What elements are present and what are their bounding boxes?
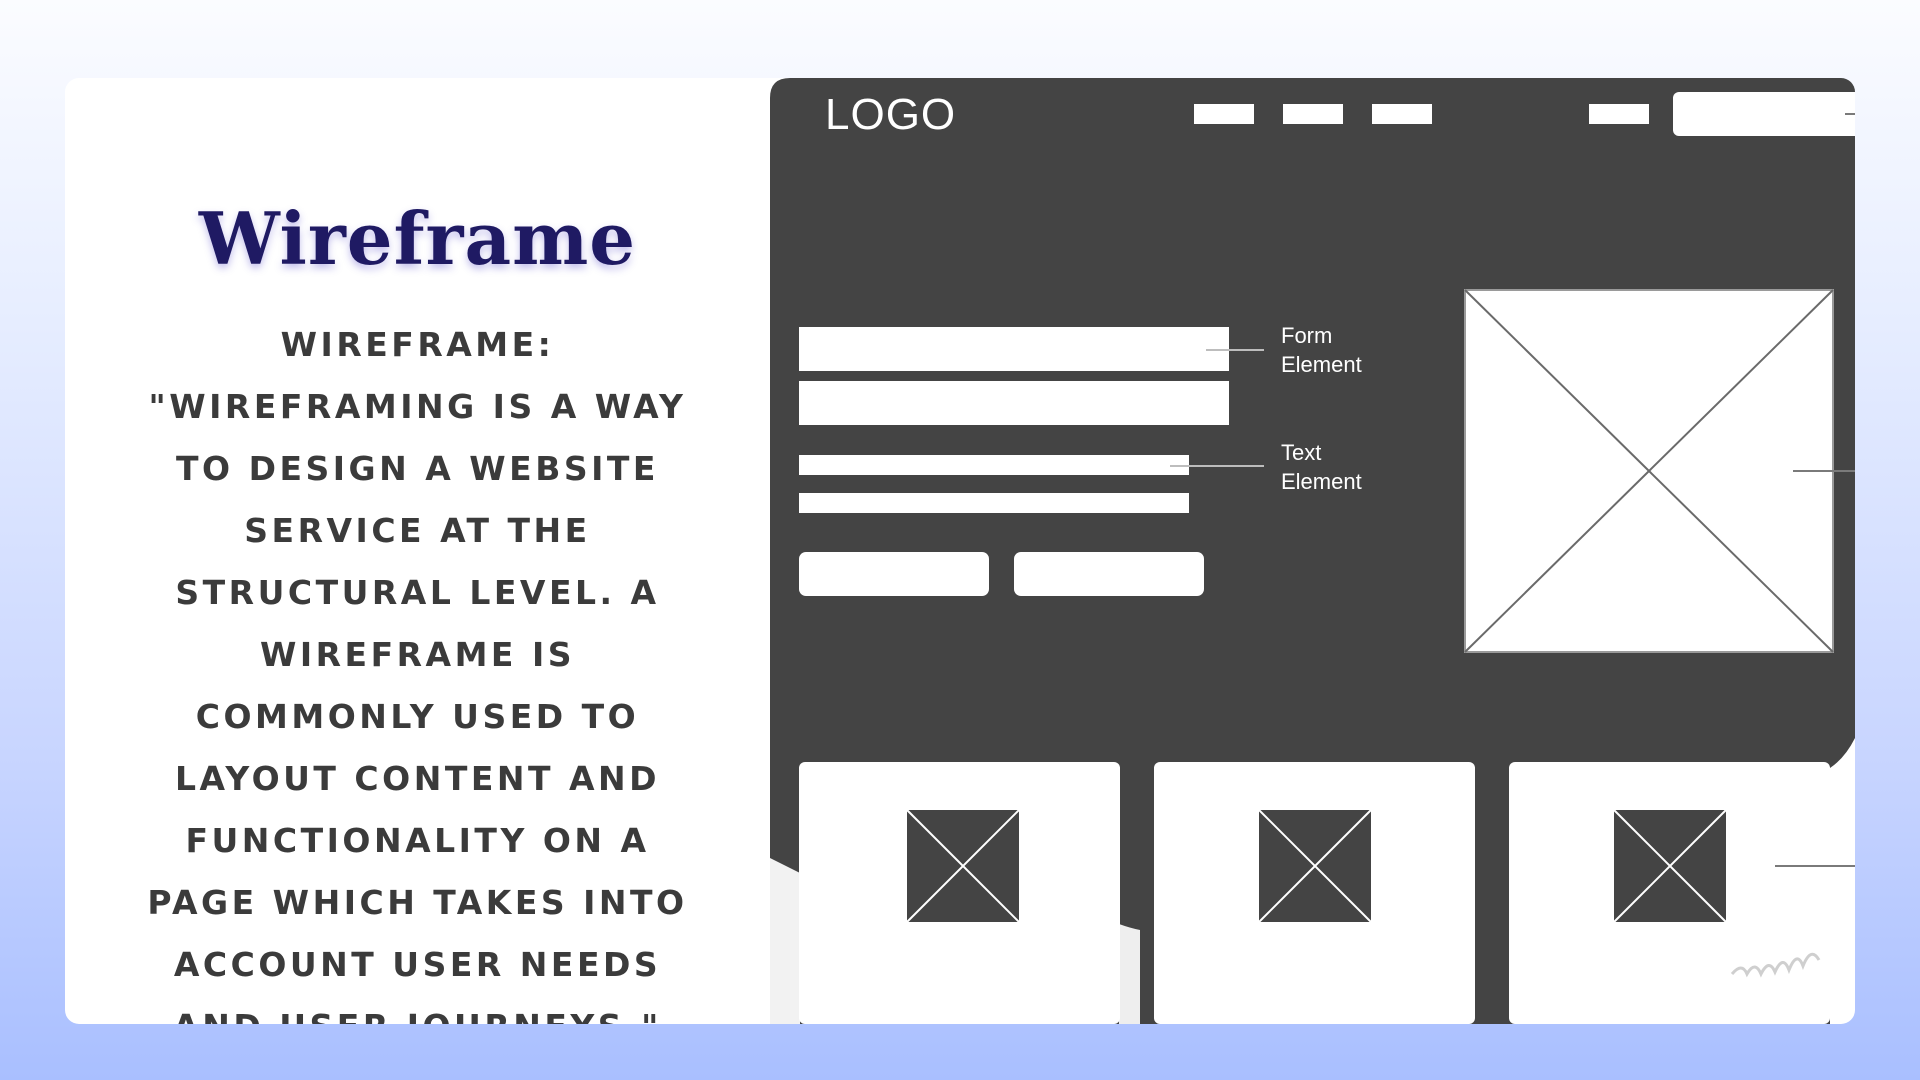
nav-search-box — [1673, 92, 1855, 136]
text-element-connector — [1170, 465, 1264, 467]
form-element-label: Form Element — [1281, 321, 1362, 379]
card-image-connector — [1775, 865, 1855, 867]
text-element-label: Text Element — [1281, 438, 1362, 496]
form-label-line1: Form — [1281, 323, 1333, 348]
image-placeholder-icon — [1464, 289, 1834, 653]
text-line-1 — [799, 455, 1189, 475]
nav-item-4 — [1589, 104, 1649, 124]
mockup-button-1 — [799, 552, 989, 596]
form-field-1 — [799, 327, 1229, 371]
form-label-line2: Element — [1281, 352, 1362, 377]
mockup-button-2 — [1014, 552, 1204, 596]
nav-item-1 — [1194, 104, 1254, 124]
image-connector — [1793, 470, 1855, 472]
form-element-connector — [1206, 349, 1264, 351]
slide-title: Wireframe — [198, 196, 637, 281]
slide-card: Wireframe Wireframe: "Wireframing is a w… — [65, 78, 1855, 1024]
form-field-2 — [799, 381, 1229, 425]
text-label-line2: Element — [1281, 469, 1362, 494]
definition-text: Wireframe: "Wireframing is a way to desi… — [147, 325, 688, 1024]
nav-item-3 — [1372, 104, 1432, 124]
image-placeholder-icon — [1612, 808, 1728, 924]
content-card-3 — [1509, 762, 1830, 1024]
image-placeholder-icon — [905, 808, 1021, 924]
text-panel: Wireframe Wireframe: "Wireframing is a w… — [65, 78, 770, 1024]
image-placeholder-icon — [1257, 808, 1373, 924]
mockup-logo: LOGO — [825, 90, 957, 139]
content-card-1 — [799, 762, 1120, 1024]
text-label-line1: Text — [1281, 440, 1322, 465]
text-line-2 — [799, 493, 1189, 513]
wireframe-mockup: LOGO Form Element Text Element — [770, 78, 1855, 1024]
nav-connector — [1845, 113, 1855, 115]
nav-item-2 — [1283, 104, 1343, 124]
decorative-scribble-icon — [1730, 952, 1821, 978]
content-card-2 — [1154, 762, 1475, 1024]
